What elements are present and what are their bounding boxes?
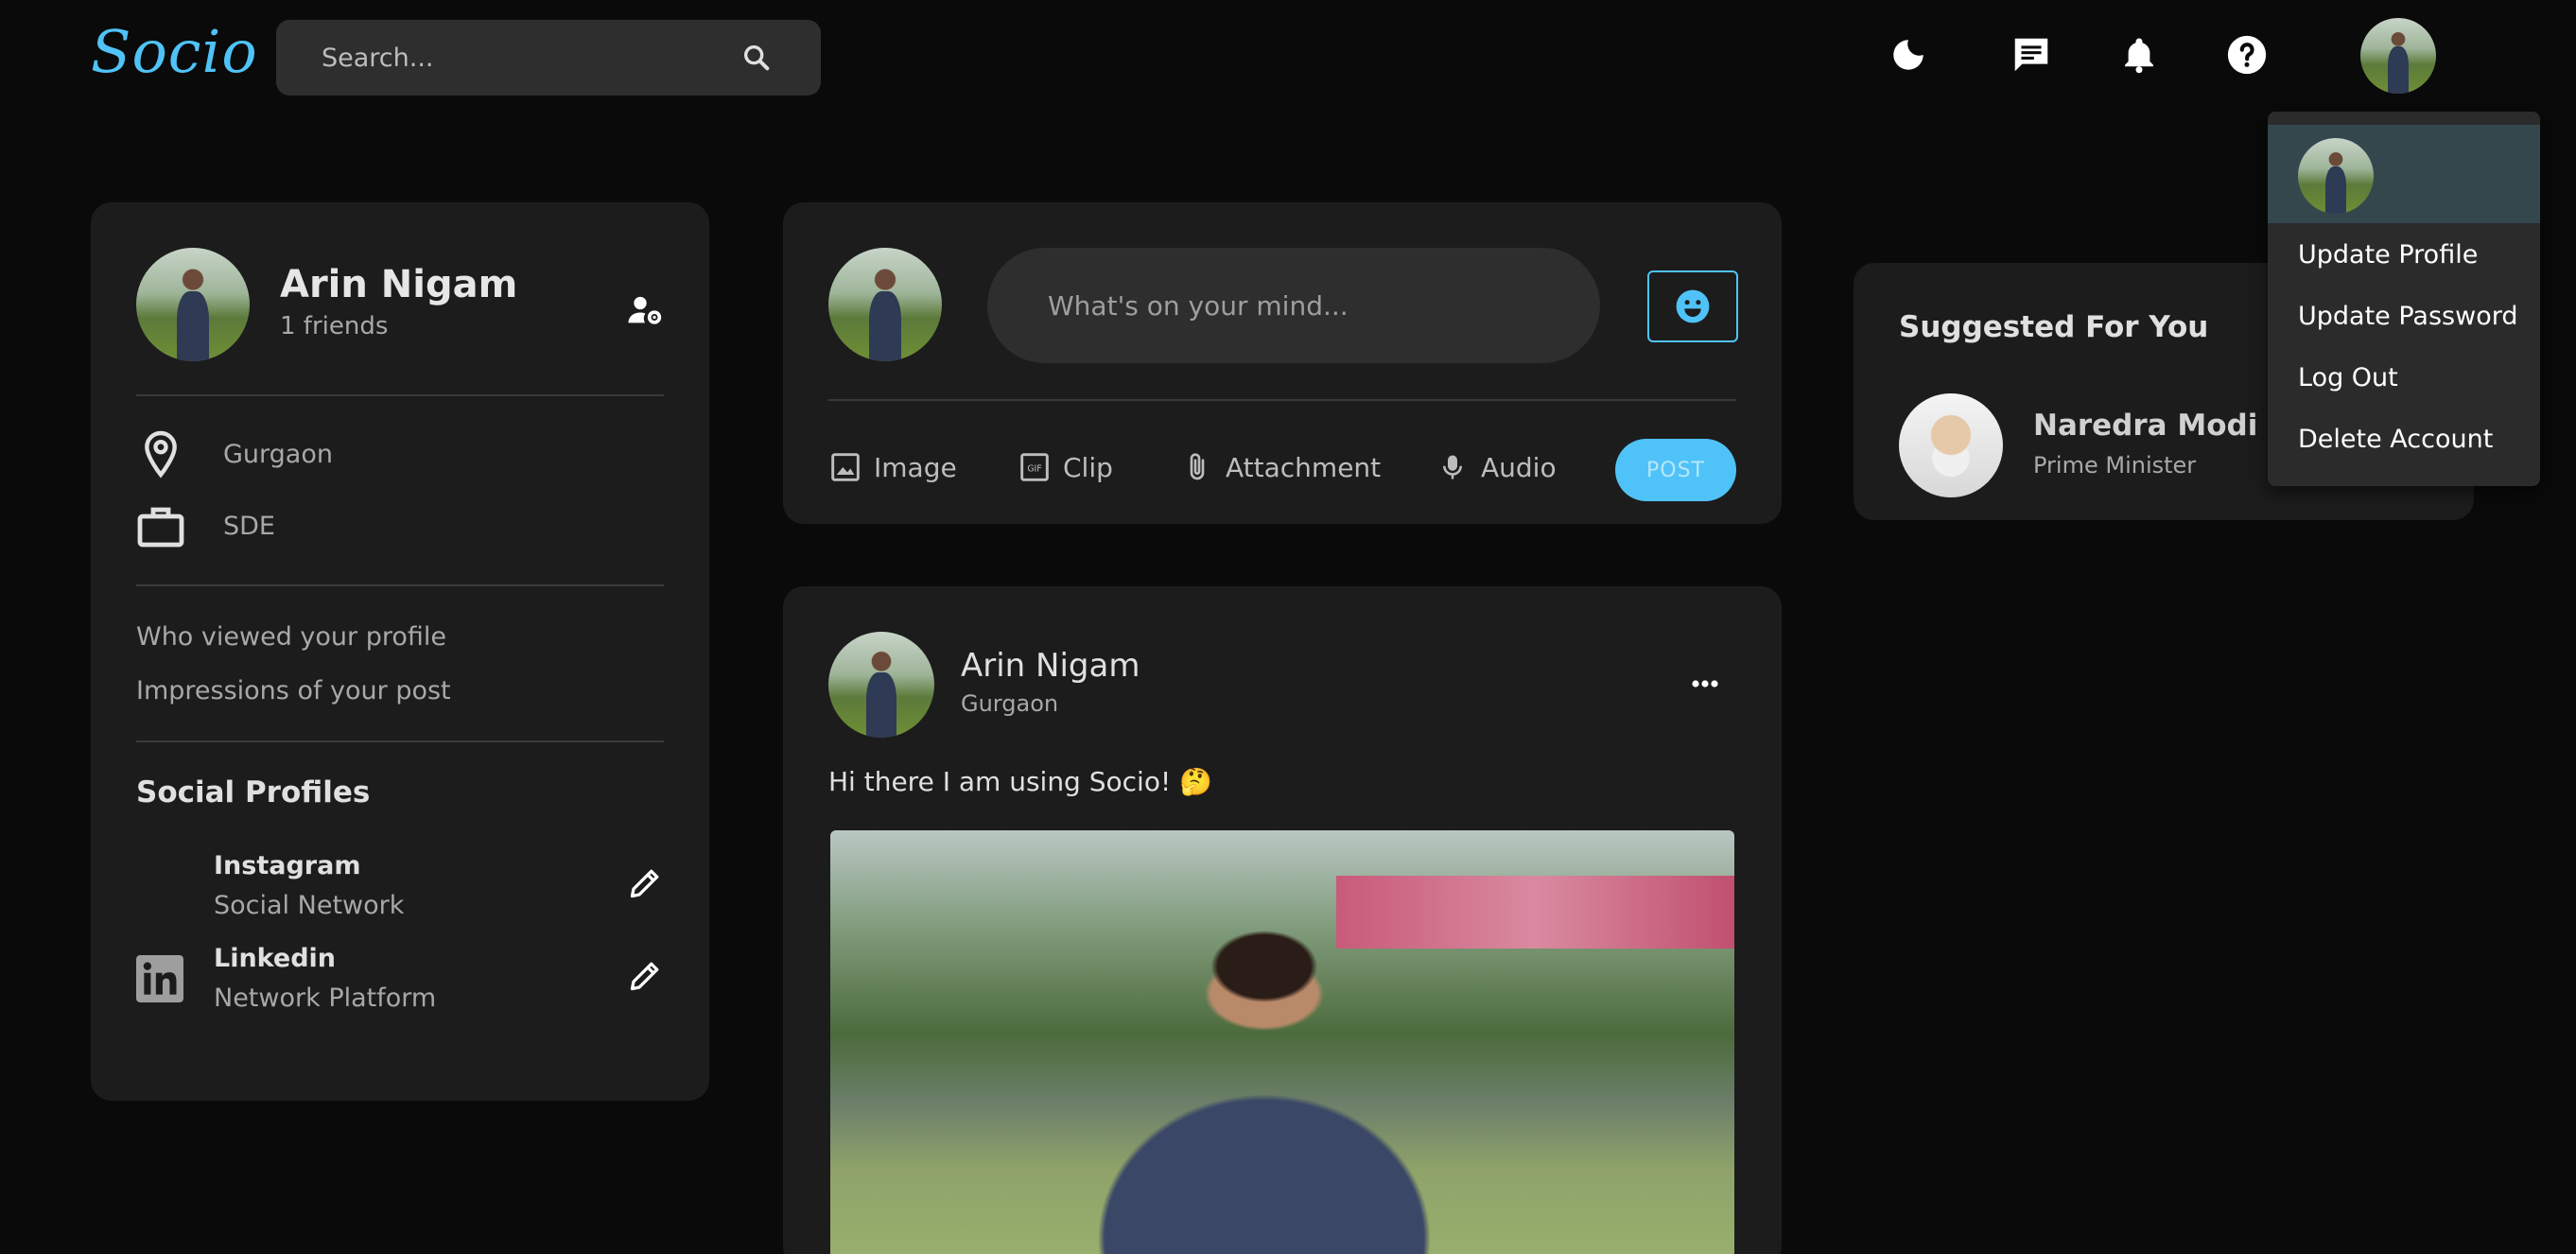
linkedin-icon: [136, 955, 183, 1002]
post-text: Hi there I am using Socio! 🤔: [828, 766, 1212, 797]
search-input[interactable]: [322, 43, 719, 73]
add-audio-button[interactable]: Audio: [1436, 450, 1557, 484]
divider: [136, 584, 664, 586]
action-label: Attachment: [1226, 451, 1382, 483]
location-text: Gurgaon: [223, 439, 333, 469]
add-clip-button[interactable]: GIF Clip: [1018, 450, 1113, 484]
user-avatar-menu-toggle[interactable]: [2360, 18, 2436, 94]
search-bar: [276, 20, 821, 96]
manage-account-icon[interactable]: [624, 289, 666, 331]
suggested-person-name[interactable]: Naredra Modi: [2033, 409, 2257, 443]
update-profile-menu-item[interactable]: Update Profile: [2298, 240, 2478, 270]
feed-post: Arin Nigam Gurgaon Hi there I am using S…: [783, 586, 1782, 1254]
add-attachment-button[interactable]: Attachment: [1180, 450, 1381, 484]
social-name: Instagram: [214, 851, 361, 880]
add-image-button[interactable]: Image: [828, 450, 957, 484]
app-logo[interactable]: Socio: [91, 17, 258, 86]
suggested-title: Suggested For You: [1899, 310, 2209, 344]
image-icon: [828, 450, 862, 484]
divider: [136, 740, 664, 742]
post-impressions-label: Impressions of your post: [136, 676, 451, 705]
help-question-icon[interactable]: [2224, 32, 2270, 78]
dark-mode-moon-icon[interactable]: [1886, 32, 1931, 78]
action-label: Image: [874, 451, 957, 483]
emoji-smile-icon: [1676, 289, 1710, 323]
social-item-instagram: Instagram Social Network: [136, 851, 666, 936]
composer-avatar: [828, 248, 942, 361]
chat-message-icon[interactable]: [2009, 32, 2054, 78]
edit-pencil-icon[interactable]: [624, 955, 666, 997]
microphone-icon: [1436, 450, 1470, 484]
post-author-avatar[interactable]: [828, 632, 934, 738]
notification-bell-icon[interactable]: [2116, 32, 2162, 78]
search-icon[interactable]: [738, 39, 775, 77]
post-composer: Image GIF Clip Attachment Audio POST: [783, 202, 1782, 524]
delete-account-menu-item[interactable]: Delete Account: [2298, 425, 2493, 454]
occupation-text: SDE: [223, 511, 275, 541]
profile-views-label: Who viewed your profile: [136, 622, 446, 652]
instagram-icon: [136, 862, 183, 910]
action-label: Clip: [1063, 451, 1113, 483]
suggested-person-role: Prime Minister: [2033, 452, 2197, 479]
post-author-name[interactable]: Arin Nigam: [961, 647, 1140, 685]
occupation-row: SDE: [136, 501, 275, 550]
dropdown-avatar: [2298, 138, 2374, 214]
location-row: Gurgaon: [136, 429, 333, 479]
user-menu-dropdown: Update Profile Update Password Log Out D…: [2268, 112, 2540, 486]
social-subtitle: Network Platform: [214, 984, 437, 1013]
post-location: Gurgaon: [961, 690, 1059, 717]
social-profiles-title: Social Profiles: [136, 775, 371, 810]
attachment-paperclip-icon: [1180, 450, 1214, 484]
profile-avatar[interactable]: [136, 248, 250, 361]
emoji-button[interactable]: [1647, 270, 1738, 342]
post-image-detail: [1336, 876, 1734, 949]
update-password-menu-item[interactable]: Update Password: [2298, 302, 2517, 331]
social-item-linkedin: Linkedin Network Platform: [136, 944, 666, 1029]
gif-icon: GIF: [1018, 450, 1052, 484]
suggested-person-avatar[interactable]: [1899, 393, 2003, 497]
svg-text:GIF: GIF: [1027, 464, 1041, 475]
dropdown-header: [2268, 125, 2540, 223]
social-name: Linkedin: [214, 944, 337, 973]
more-options-icon[interactable]: [1681, 670, 1729, 698]
briefcase-icon: [136, 501, 185, 550]
social-subtitle: Social Network: [214, 891, 405, 920]
action-label: Audio: [1481, 451, 1557, 483]
location-pin-icon: [136, 429, 185, 479]
divider: [828, 399, 1736, 401]
profile-name[interactable]: Arin Nigam: [280, 263, 517, 306]
post-text-input[interactable]: [987, 248, 1600, 363]
divider: [136, 394, 664, 396]
post-image[interactable]: [830, 830, 1734, 1254]
top-navbar: Socio: [0, 0, 2576, 113]
profile-card: Arin Nigam 1 friends Gurgaon SDE Who vie…: [91, 202, 709, 1101]
post-button[interactable]: POST: [1615, 439, 1736, 501]
logout-menu-item[interactable]: Log Out: [2298, 363, 2398, 392]
edit-pencil-icon[interactable]: [624, 862, 666, 904]
friends-count: 1 friends: [280, 312, 389, 340]
